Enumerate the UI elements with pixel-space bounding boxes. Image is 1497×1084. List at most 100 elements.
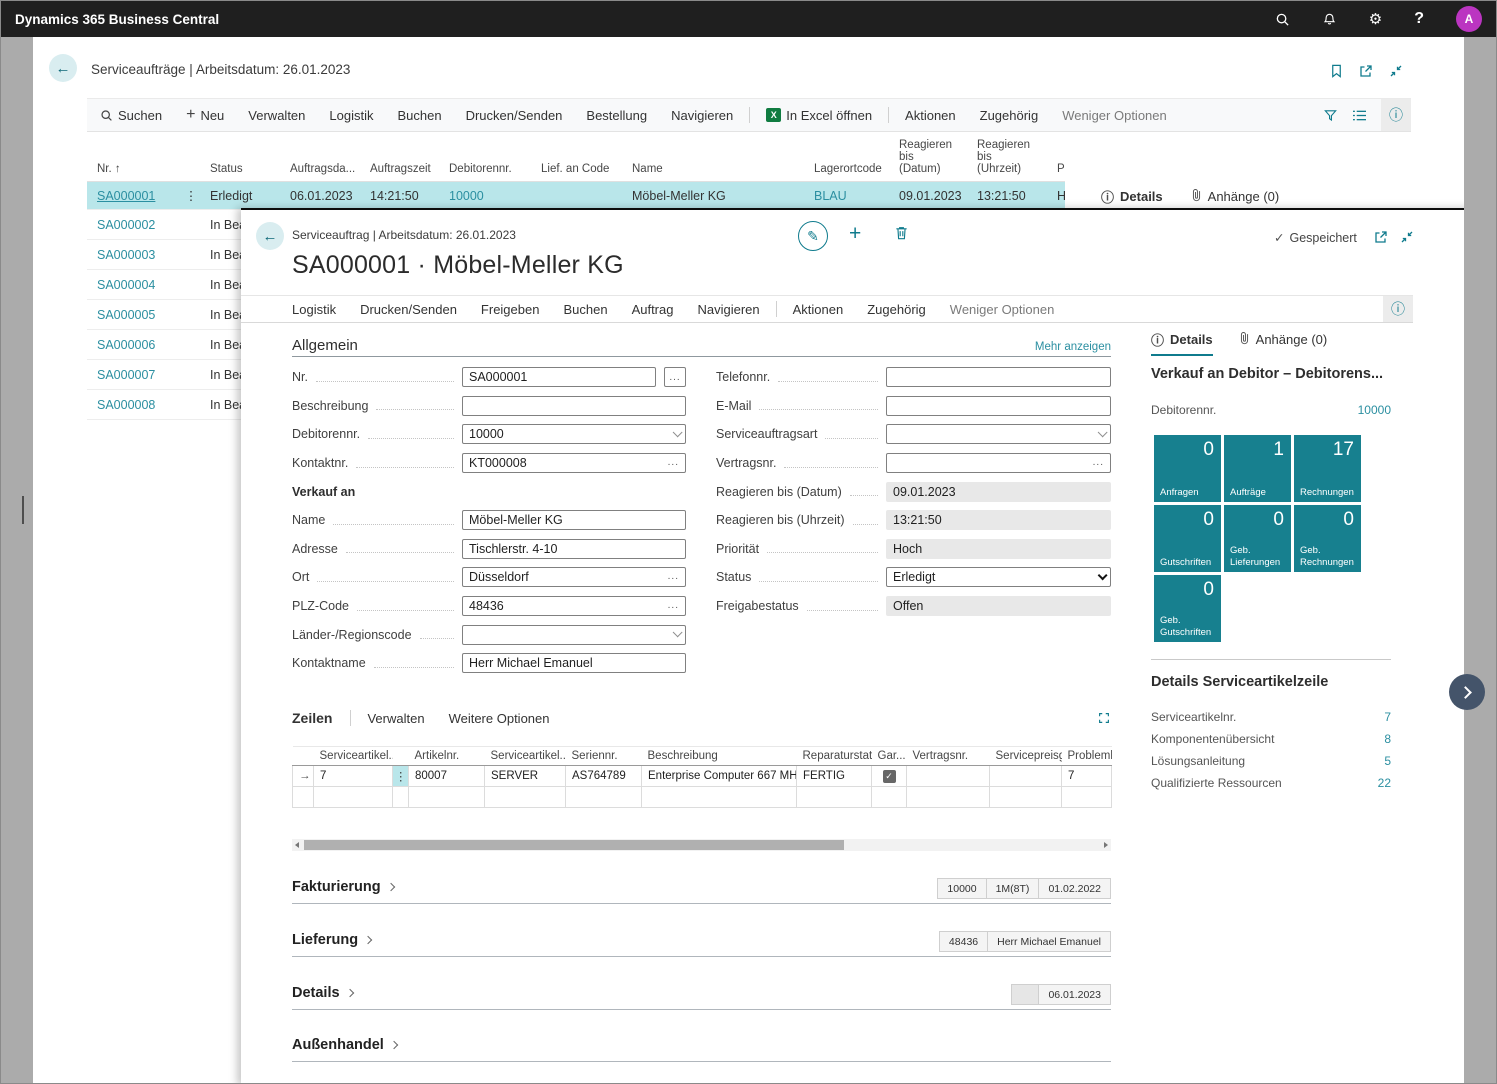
action-in-excel-oeffnen[interactable]: X In Excel öffnen — [766, 108, 872, 123]
collapse-window-icon[interactable] — [1399, 229, 1415, 245]
tile-geb-rechnungen[interactable]: 0 Geb. Rechnungen — [1294, 505, 1361, 572]
horizontal-scrollbar[interactable] — [292, 839, 1111, 851]
user-avatar[interactable]: A — [1456, 6, 1482, 32]
row-menu-icon[interactable]: ⋮ — [182, 188, 200, 203]
card-breadcrumb[interactable]: Serviceauftrag | Arbeitsdatum: 26.01.202… — [292, 228, 516, 242]
collapse-window-icon[interactable] — [1388, 63, 1404, 79]
ort-field[interactable]: Düsseldorf... — [462, 567, 686, 588]
column-header-reagieren-datum[interactable]: Reagieren bis (Datum) — [889, 135, 967, 181]
action-drucken-senden[interactable]: Drucken/Senden — [466, 108, 563, 123]
section-lieferung[interactable]: Lieferung 48436 Herr Michael Emanuel — [292, 931, 1111, 957]
adresse-field[interactable]: Tischlerstr. 4-10 — [462, 538, 686, 559]
notifications-bell-icon[interactable] — [1322, 12, 1337, 27]
list-view-icon[interactable] — [1352, 109, 1367, 122]
action-navigieren[interactable]: Navigieren — [671, 108, 733, 123]
bookmark-icon[interactable] — [1329, 63, 1344, 79]
scroll-right-arrow[interactable] — [1104, 842, 1108, 848]
card-action-freigeben[interactable]: Freigeben — [481, 302, 540, 317]
tab-anhaenge[interactable]: Anhänge (0) — [1239, 330, 1327, 349]
tile-geb-gutschriften[interactable]: 0 Geb. Gutschriften — [1154, 575, 1221, 642]
tile-gutschriften[interactable]: 0 Gutschriften — [1154, 505, 1221, 572]
laender-regionscode-field[interactable] — [462, 624, 686, 645]
scrollbar-thumb[interactable] — [22, 496, 24, 524]
factbox-heading-2[interactable]: Details Serviceartikelzeile — [1151, 674, 1328, 690]
row-menu-icon[interactable]: ⋮ — [392, 765, 409, 787]
tab-details[interactable]: ⓘ Details — [1151, 330, 1213, 356]
open-in-new-window-icon[interactable] — [1373, 229, 1389, 245]
nr-field[interactable]: SA000001 — [462, 367, 656, 388]
new-record-button[interactable]: + — [849, 222, 861, 246]
card-action-zugehoerig[interactable]: Zugehörig — [867, 302, 926, 317]
stat-value-link[interactable]: 22 — [1378, 776, 1391, 790]
line-row[interactable]: → 7 ⋮ 80007 SERVER AS764789 Enterprise C… — [292, 765, 1112, 787]
section-details[interactable]: Details 06.01.2023 — [292, 984, 1111, 1010]
action-weniger-optionen[interactable]: Weniger Optionen — [1062, 108, 1167, 123]
stat-value-link[interactable]: 8 — [1384, 732, 1391, 746]
open-in-new-window-icon[interactable] — [1358, 63, 1374, 79]
next-record-button[interactable] — [1449, 674, 1485, 710]
column-header-prioritaet[interactable]: Pric — [1047, 159, 1065, 181]
debitorennr-field[interactable]: 10000 — [462, 424, 686, 445]
info-pane-toggle-icon[interactable]: ⓘ — [1383, 296, 1413, 322]
line-row-empty[interactable] — [292, 786, 1112, 808]
debitorennr-link[interactable]: 10000 — [1358, 403, 1391, 417]
lines-col-servicepreisgruppe[interactable]: Servicepreisg... — [989, 746, 1062, 766]
lines-col-problembereich[interactable]: Problembe... — [1061, 746, 1112, 766]
scroll-left-arrow[interactable] — [295, 842, 299, 848]
edit-button[interactable]: ✎ — [798, 221, 828, 251]
action-verwalten[interactable]: Verwalten — [248, 108, 305, 123]
column-header-nr[interactable]: Nr. ↑ — [87, 159, 182, 181]
card-action-drucken-senden[interactable]: Drucken/Senden — [360, 302, 457, 317]
action-buchen[interactable]: Buchen — [397, 108, 441, 123]
plz-code-field[interactable]: 48436... — [462, 596, 686, 617]
info-pane-toggle-icon[interactable]: ⓘ — [1381, 99, 1411, 131]
lines-col-beschreibung[interactable]: Beschreibung — [641, 746, 797, 766]
lines-col-garantie[interactable]: Gar... — [871, 746, 907, 766]
tile-anfragen[interactable]: 0 Anfragen — [1154, 435, 1221, 502]
column-header-status[interactable]: Status — [200, 159, 280, 181]
action-logistik[interactable]: Logistik — [329, 108, 373, 123]
column-header-name[interactable]: Name — [622, 159, 804, 181]
section-aussenhandel[interactable]: Außenhandel — [292, 1036, 1111, 1062]
serviceauftragsart-field[interactable] — [886, 424, 1111, 445]
lines-action-verwalten[interactable]: Verwalten — [367, 711, 424, 726]
factbox-heading[interactable]: Verkauf an Debitor – Debitorens... — [1151, 366, 1383, 382]
kontaktnr-field[interactable]: KT000008... — [462, 453, 686, 474]
email-field[interactable] — [886, 395, 1111, 416]
tile-geb-lieferungen[interactable]: 0 Geb. Lieferungen — [1224, 505, 1291, 572]
search-icon[interactable] — [1275, 12, 1290, 27]
order-number-link[interactable]: SA000001 — [97, 189, 155, 203]
kontaktname-field[interactable]: Herr Michael Emanuel — [462, 653, 686, 674]
card-action-aktionen[interactable]: Aktionen — [793, 302, 844, 317]
tab-details[interactable]: ⓘ Details — [1101, 187, 1163, 206]
action-neu[interactable]: + Neu — [186, 106, 224, 124]
column-header-auftragszeit[interactable]: Auftragszeit — [360, 159, 439, 181]
card-action-weniger-optionen[interactable]: Weniger Optionen — [950, 302, 1055, 317]
section-title-allgemein[interactable]: Allgemein — [292, 337, 358, 354]
vertragsnr-field[interactable]: ... — [886, 453, 1111, 474]
focus-mode-icon[interactable] — [1097, 711, 1111, 725]
column-header-auftragsdatum[interactable]: Auftragsda... — [280, 159, 360, 181]
lines-section-title[interactable]: Zeilen — [292, 710, 332, 726]
stat-value-link[interactable]: 5 — [1384, 754, 1391, 768]
lines-col-reparaturstatus[interactable]: Reparaturstat... — [796, 746, 872, 766]
table-row-selected[interactable]: SA000001 ⋮ Erledigt 06.01.2023 14:21:50 … — [87, 182, 1065, 210]
telefonnr-field[interactable] — [886, 367, 1111, 388]
column-header-reagieren-uhrzeit[interactable]: Reagieren bis (Uhrzeit) — [967, 135, 1047, 181]
tile-rechnungen[interactable]: 17 Rechnungen — [1294, 435, 1361, 502]
status-select[interactable]: Erledigt — [886, 567, 1111, 588]
back-button[interactable]: ← — [49, 54, 77, 82]
action-bestellung[interactable]: Bestellung — [586, 108, 647, 123]
card-action-logistik[interactable]: Logistik — [292, 302, 336, 317]
lines-col-artikelnr[interactable]: Artikelnr. — [408, 746, 485, 766]
card-back-button[interactable]: ← — [256, 222, 284, 250]
assist-edit-button[interactable]: ... — [664, 367, 686, 388]
garantie-checkbox-checked[interactable]: ✓ — [882, 769, 896, 783]
delete-button[interactable] — [894, 225, 909, 246]
help-icon[interactable]: ? — [1414, 11, 1424, 27]
lines-col-serviceartikelgruppe[interactable]: Serviceartikel... — [484, 746, 566, 766]
filter-icon[interactable] — [1323, 108, 1338, 123]
tab-anhaenge[interactable]: Anhänge (0) — [1191, 188, 1279, 205]
lines-col-seriennr[interactable]: Seriennr. — [565, 746, 642, 766]
stat-value-link[interactable]: 7 — [1384, 710, 1391, 724]
